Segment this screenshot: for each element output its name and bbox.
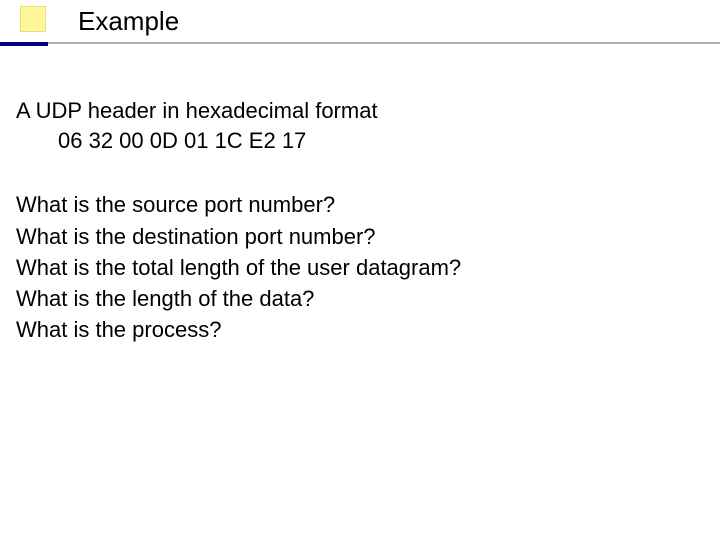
bullet-decoration [20, 6, 46, 32]
intro-text-line2: 06 32 00 0D 01 1C E2 17 [16, 126, 696, 156]
title-underline-gray [0, 42, 720, 44]
question-5: What is the process? [16, 314, 696, 345]
title-underline-accent [0, 42, 48, 46]
question-1: What is the source port number? [16, 189, 696, 220]
slide-content: A UDP header in hexadecimal format 06 32… [16, 96, 696, 346]
intro-text-line1: A UDP header in hexadecimal format [16, 96, 696, 126]
slide-header: Example [0, 0, 720, 60]
question-3: What is the total length of the user dat… [16, 252, 696, 283]
slide-title: Example [78, 6, 179, 37]
question-2: What is the destination port number? [16, 221, 696, 252]
questions-block: What is the source port number? What is … [16, 189, 696, 345]
question-4: What is the length of the data? [16, 283, 696, 314]
